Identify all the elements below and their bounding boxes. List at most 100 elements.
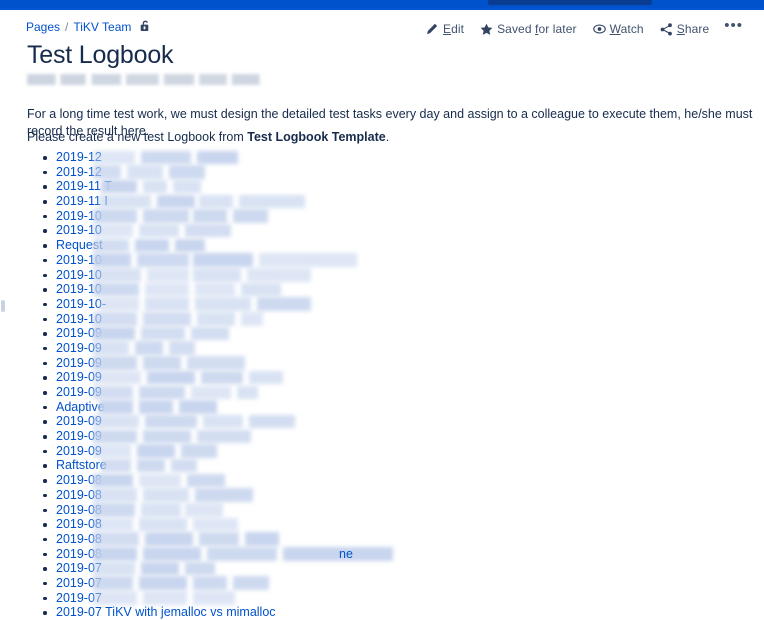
redaction-band (93, 561, 215, 576)
redaction-block (143, 429, 191, 444)
saved-for-later-button[interactable]: Saved for later (472, 19, 585, 39)
logbook-link[interactable]: Raftstore (56, 458, 107, 472)
redaction-block (157, 194, 195, 209)
list-item: 2019-09 (27, 326, 764, 341)
global-navigation-bar[interactable] (0, 0, 764, 8)
breadcrumb-separator: / (65, 20, 69, 34)
redaction-band (93, 341, 195, 355)
list-item: 2019-09 (27, 341, 764, 356)
redaction-band (93, 414, 295, 429)
redaction-block (193, 517, 238, 532)
watch-button[interactable]: Watch (585, 19, 652, 39)
redaction-band (93, 591, 235, 605)
logbook-link[interactable]: Adaptive (56, 400, 105, 414)
logbook-link[interactable]: 2019-08 (56, 517, 102, 531)
logbook-link[interactable]: 2019-10 (56, 312, 102, 326)
redaction-block (137, 444, 175, 458)
redaction-block (241, 312, 263, 326)
logbook-link[interactable]: 2019-08 (56, 532, 102, 546)
logbook-link[interactable]: Request (56, 238, 103, 252)
list-item: 2019-11 I (27, 194, 764, 209)
redaction-band (93, 370, 283, 385)
logbook-link[interactable]: 2019-09 (56, 414, 102, 428)
logbook-link[interactable]: 2019-10 (56, 282, 102, 296)
logbook-link[interactable]: 2019-12 (56, 165, 102, 179)
template-link-label[interactable]: Test Logbook Template (247, 130, 385, 144)
redaction-band (93, 503, 223, 517)
logbook-link[interactable]: 2019-08 (56, 473, 102, 487)
share-button-label: Share (676, 22, 710, 36)
logbook-link[interactable]: 2019-09 (56, 370, 102, 384)
logbook-link[interactable]: 2019-07 (56, 591, 102, 605)
logbook-link[interactable]: 2019-11 I (56, 194, 108, 208)
breadcrumb-item-pages[interactable]: Pages (26, 19, 60, 35)
redaction-block (197, 312, 235, 326)
logbook-link[interactable]: 2019-09 (56, 444, 102, 458)
logbook-link[interactable]: 2019-07 (56, 561, 102, 575)
breadcrumb-item-tikv-team[interactable]: TiKV Team (73, 19, 131, 35)
redaction-band (93, 238, 205, 253)
list-item: 2019-12 (27, 165, 764, 180)
redaction-block (145, 282, 189, 297)
edit-button[interactable]: Edit (418, 19, 472, 39)
redaction-block (139, 400, 173, 414)
redaction-block (245, 532, 279, 546)
redaction-block (173, 179, 201, 194)
logbook-link-list: 2019-12 2019-12 2019-11 T 2019-11 I 2019-10 2… (27, 150, 764, 620)
logbook-link[interactable]: 2019-09 (56, 341, 102, 355)
logbook-link[interactable]: 2019-08 (56, 503, 102, 517)
logbook-link[interactable]: 2019-10 (56, 223, 102, 237)
share-button[interactable]: Share (652, 19, 718, 39)
redaction-block (175, 238, 205, 253)
list-item: 2019-09 (27, 414, 764, 429)
redaction-band (93, 326, 229, 341)
redaction-block (249, 414, 295, 429)
more-actions-button[interactable]: ••• (717, 18, 750, 37)
redaction-block (141, 326, 185, 341)
redaction-block (237, 385, 258, 399)
template-paragraph-post: . (385, 130, 390, 144)
redaction-block (241, 282, 281, 297)
redaction-block (137, 253, 189, 267)
logbook-link[interactable]: 2019-11 T (56, 179, 112, 193)
logbook-link[interactable]: 2019-10 (56, 268, 102, 282)
watch-button-label: Watch (609, 22, 644, 36)
redaction-block (193, 591, 235, 605)
logbook-link[interactable]: 2019-10 (56, 209, 102, 223)
redaction-block (143, 356, 181, 370)
redaction-block (145, 297, 189, 311)
page-container: Pages / TiKV Team Edit Saved for later W… (0, 10, 764, 619)
list-item: 2019-10- (27, 297, 764, 312)
redaction-block (191, 385, 231, 399)
logbook-link[interactable]: 2019-10- (56, 297, 106, 311)
redaction-block (207, 547, 277, 561)
logbook-link[interactable]: 2019-12 (56, 150, 102, 164)
logbook-link[interactable]: 2019-09 (56, 326, 102, 340)
redaction-block (193, 576, 227, 590)
redaction-block (145, 414, 197, 429)
redaction-block (139, 517, 187, 532)
page-title: Test Logbook (27, 41, 174, 69)
redaction-block (193, 268, 241, 282)
list-item: 2019-08 ne (27, 547, 764, 562)
unlocked-padlock-icon[interactable] (140, 20, 151, 33)
logbook-link[interactable]: 2019-09 (56, 356, 102, 370)
global-search-input[interactable] (488, 0, 652, 5)
logbook-link-tail-fragment[interactable]: ne (339, 547, 353, 562)
logbook-link[interactable]: 2019-07 TiKV with jemalloc vs mimalloc (56, 605, 276, 619)
redaction-block (141, 561, 179, 576)
logbook-link[interactable]: 2019-09 (56, 429, 102, 443)
list-item: 2019-09 (27, 356, 764, 371)
logbook-link[interactable]: 2019-10 (56, 253, 102, 267)
list-item: 2019-10 (27, 312, 764, 327)
logbook-link[interactable]: 2019-09 (56, 385, 102, 399)
list-item: 2019-10 (27, 253, 764, 268)
star-icon (480, 23, 493, 36)
logbook-link[interactable]: 2019-07 (56, 576, 102, 590)
list-item: 2019-12 (27, 150, 764, 165)
page-action-bar: Edit Saved for later Watch Share ••• (418, 18, 750, 39)
logbook-link[interactable]: 2019-08 (56, 547, 102, 561)
logbook-link[interactable]: 2019-08 (56, 488, 102, 502)
redaction-band (93, 532, 279, 546)
list-item: 2019-10 (27, 223, 764, 238)
